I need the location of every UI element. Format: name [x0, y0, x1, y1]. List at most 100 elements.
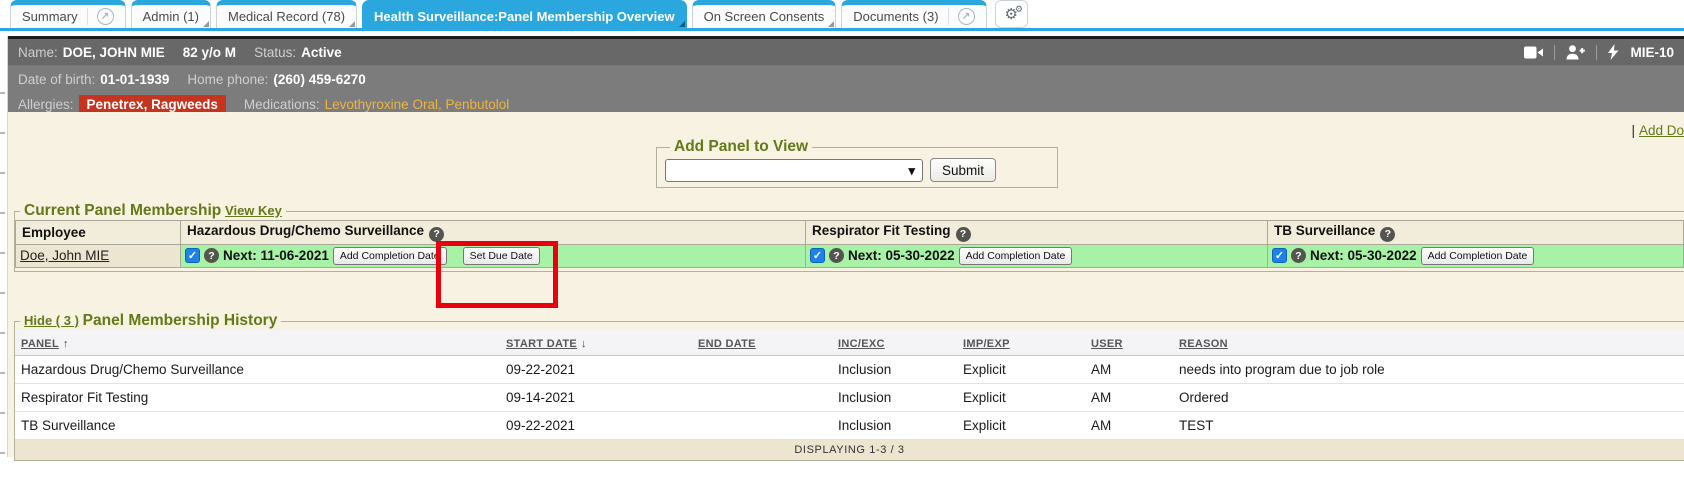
sort-start-date-header[interactable]: START DATE	[506, 338, 577, 350]
sort-inc-exc-header[interactable]: INC/EXC	[838, 338, 885, 350]
add-panel-legend: Add Panel to View	[674, 138, 808, 155]
help-icon[interactable]: ?	[1380, 227, 1395, 242]
hazardous-next-date: 11-06-2021	[261, 248, 329, 263]
tab-medical-record[interactable]: Medical Record (78)	[216, 0, 357, 28]
hide-history-link[interactable]: Hide ( 3 )	[24, 313, 79, 328]
cell-panel: Respirator Fit Testing	[15, 384, 500, 412]
hazardous-cell: ✓ ? Next: 11-06-2021 Add Completion Date…	[181, 244, 806, 267]
help-icon[interactable]: ?	[956, 227, 971, 242]
column-header-tb: TB Surveillance?	[1268, 221, 1684, 245]
tb-checkbox[interactable]: ✓	[1272, 248, 1287, 263]
current-panel-legend: Current Panel Membership	[24, 202, 221, 219]
cell-imp-exp: Explicit	[957, 384, 1085, 412]
respirator-add-completion-date-button[interactable]: Add Completion Date	[959, 247, 1073, 265]
cell-inc-exc: Inclusion	[832, 384, 957, 412]
gears-icon-small: ⚙	[1015, 5, 1023, 14]
medications-value[interactable]: Levothyroxine Oral, Penbutolol	[325, 97, 510, 112]
medications-label: Medications:	[244, 97, 320, 112]
column-header-hazardous: Hazardous Drug/Chemo Surveillance?	[181, 221, 806, 245]
column-header-employee: Employee	[16, 221, 181, 245]
summary-popout[interactable]: ↗	[87, 8, 114, 25]
help-icon[interactable]: ?	[429, 227, 444, 242]
add-document-row: | Add Do	[1631, 123, 1684, 138]
tb-cell: ✓ ? Next: 05-30-2022 Add Completion Date	[1268, 244, 1684, 267]
respirator-next-date: 05-30-2022	[886, 248, 955, 263]
current-panel-member-row: Doe, John MIE ✓ ? Next: 11-06-2021 Add C…	[16, 244, 1684, 267]
tab-summary[interactable]: Summary ↗	[10, 0, 126, 28]
name-label: Name:	[18, 45, 58, 60]
sort-reason-header[interactable]: REASON	[1179, 338, 1228, 350]
video-camera-icon[interactable]	[1524, 46, 1543, 59]
tb-next-date: 05-30-2022	[1348, 248, 1417, 263]
tab-settings-button[interactable]: ⚙ ⚙	[995, 0, 1028, 28]
hazardous-checkbox[interactable]: ✓	[185, 248, 200, 263]
cell-imp-exp: Explicit	[957, 356, 1085, 384]
dob-label: Date of birth:	[18, 72, 95, 87]
current-panel-table: Employee Hazardous Drug/Chemo Surveillan…	[15, 220, 1684, 268]
history-legend: Panel Membership History	[83, 312, 278, 329]
sort-up-icon: ↑	[63, 338, 69, 350]
main-content: | Add Do Add Panel to View ▾ Submit Curre…	[8, 112, 1684, 457]
cell-panel: Hazardous Drug/Chemo Surveillance	[15, 356, 500, 384]
documents-popout[interactable]: ↗	[948, 8, 975, 25]
column-header-respirator: Respirator Fit Testing?	[806, 221, 1268, 245]
system-id: MIE-10	[1630, 45, 1674, 60]
history-row: TB Surveillance 09-22-2021 Inclusion Exp…	[15, 412, 1684, 440]
tab-admin[interactable]: Admin (1)	[131, 0, 211, 28]
patient-banner: Name: DOE, JOHN MIE 82 y/o M Status: Act…	[8, 36, 1684, 122]
view-key-link[interactable]: View Key	[225, 203, 282, 218]
cell-start: 09-22-2021	[500, 356, 692, 384]
left-gutter	[0, 36, 8, 457]
cell-user: AM	[1085, 384, 1173, 412]
chevron-down-icon: ▾	[908, 164, 915, 177]
tab-admin-label: Admin (1)	[143, 9, 199, 24]
cell-reason: needs into program due to job role	[1173, 356, 1684, 384]
tab-medical-record-label: Medical Record (78)	[228, 9, 345, 24]
banner-icon-group: MIE-10	[1524, 44, 1674, 60]
tab-documents-label: Documents (3)	[853, 9, 938, 24]
cell-start: 09-14-2021	[500, 384, 692, 412]
current-panel-fieldset: Current Panel Membership View Key Employ…	[14, 202, 1684, 272]
respirator-checkbox[interactable]: ✓	[810, 248, 825, 263]
tab-on-screen-consents[interactable]: On Screen Consents	[692, 0, 837, 28]
add-panel-select[interactable]: ▾	[665, 159, 923, 182]
add-user-icon[interactable]	[1566, 45, 1585, 60]
employee-link[interactable]: Doe, John MIE	[20, 248, 109, 263]
sort-panel-header[interactable]: PANEL	[21, 338, 59, 350]
divider	[1596, 45, 1597, 60]
patient-dob: 01-01-1939	[100, 72, 169, 87]
patient-banner-row-2: Date of birth: 01-01-1939 Home phone: (2…	[18, 67, 1674, 92]
respirator-cell: ✓ ? Next: 05-30-2022 Add Completion Date	[806, 244, 1268, 267]
sort-down-icon: ↓	[581, 338, 587, 350]
popout-icon: ↗	[97, 8, 114, 25]
phone-label: Home phone:	[187, 72, 268, 87]
chart-tab-bar: Summary ↗ Admin (1) Medical Record (78) …	[0, 0, 1684, 31]
hazardous-set-due-date-button[interactable]: Set Due Date	[463, 247, 540, 265]
history-row: Hazardous Drug/Chemo Surveillance 09-22-…	[15, 356, 1684, 384]
lightning-bolt-icon[interactable]	[1608, 44, 1619, 60]
divider	[1554, 45, 1555, 60]
allergies-label: Allergies:	[18, 97, 74, 112]
cell-end	[692, 356, 832, 384]
cell-end	[692, 412, 832, 440]
cell-inc-exc: Inclusion	[832, 356, 957, 384]
history-header-row: PANEL ↑ START DATE ↓ END DATE INC/EXC IMP/…	[15, 330, 1684, 356]
help-icon[interactable]: ?	[1291, 248, 1306, 263]
cell-reason: TEST	[1173, 412, 1684, 440]
submit-button[interactable]: Submit	[930, 158, 996, 182]
pipe-separator: |	[1631, 123, 1635, 138]
patient-banner-row-1: Name: DOE, JOHN MIE 82 y/o M Status: Act…	[8, 36, 1684, 65]
sort-user-header[interactable]: USER	[1091, 338, 1123, 350]
tab-documents[interactable]: Documents (3) ↗	[841, 0, 986, 28]
help-icon[interactable]: ?	[204, 248, 219, 263]
tab-health-surveillance[interactable]: Health Surveillance:Panel Membership Ove…	[362, 0, 687, 28]
help-icon[interactable]: ?	[829, 248, 844, 263]
add-document-link[interactable]: Add Do	[1639, 123, 1684, 138]
cell-end	[692, 384, 832, 412]
tb-add-completion-date-button[interactable]: Add Completion Date	[1421, 247, 1535, 265]
tab-on-screen-consents-label: On Screen Consents	[704, 9, 825, 24]
sort-end-date-header[interactable]: END DATE	[698, 338, 756, 350]
patient-name: DOE, JOHN MIE	[63, 45, 165, 60]
sort-imp-exp-header[interactable]: IMP/EXP	[963, 338, 1010, 350]
hazardous-add-completion-date-button[interactable]: Add Completion Date	[333, 247, 447, 265]
